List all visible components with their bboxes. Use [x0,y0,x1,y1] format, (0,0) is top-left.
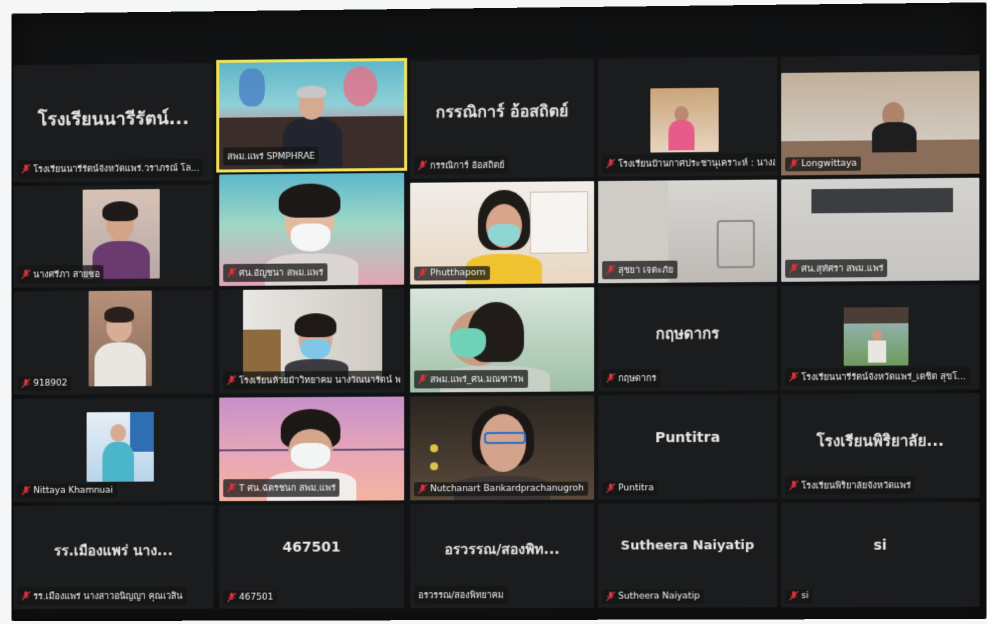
muted-mic-icon [418,374,427,384]
participant-tile[interactable]: โรงเรียนบ้านกาศประชานุเคราะห์ : นางสา... [598,57,777,177]
zoom-gallery-view: โรงเรียนนารีรัตน์... โรงเรียนนารีรัตน์จั… [12,2,987,621]
muted-mic-icon [418,161,427,171]
participant-display-name: Puntitra [604,430,771,447]
participant-tile[interactable]: Phutthaporn [410,181,594,285]
participant-tile[interactable]: Longwittaya [781,55,979,176]
participant-name-label: Nutchanart Bankardprachanugroh [414,482,588,497]
muted-mic-icon [21,270,30,280]
participant-video [844,307,909,366]
participant-name-label: โรงเรียนพิริยาลัยจังหวัดแพร่ [785,476,915,495]
muted-mic-icon [789,372,798,382]
participant-tile-active-speaker[interactable]: สพม.แพร่ SPMPHRAE [219,61,404,170]
participant-name-label: T ศน.ฉัตรชนก สพม.แพร่ [223,479,339,497]
muted-mic-icon [789,481,798,491]
participant-tile[interactable]: Nittaya Khamnuai [14,398,214,502]
participant-name-label: โรงเรียนห้วยม้าวิทยาคม นางวัณนารัตน์ พ..… [223,371,401,390]
participant-display-name: โรงเรียนนารีรัตน์... [20,103,208,134]
participant-name-label: สพม.แพร่_ศน.มณฑารพ [414,370,527,389]
participant-tile[interactable]: โรงเรียนนารีรัตน์... โรงเรียนนารีรัตน์จั… [14,63,214,182]
participant-name-label: อรวรรณ/สองพิทยาคม [414,586,508,604]
participant-name-label: 918902 [18,377,72,391]
participant-video [89,291,152,387]
participant-tile[interactable]: รร.เมืองแพร่ นาง... รร.เมืองแพร่ นางสาวอ… [14,505,214,609]
participant-display-name: 467501 [225,540,398,557]
participant-tile[interactable]: โรงเรียนพิริยาลัย... โรงเรียนพิริยาลัยจั… [781,393,979,499]
muted-mic-icon [21,591,30,601]
muted-mic-icon [606,592,615,602]
participant-tile[interactable]: อรวรรณ/สองพิท... อรวรรณ/สองพิทยาคม [410,504,594,609]
muted-mic-icon [418,269,427,279]
participant-name-label: นางศรีภา สายซอ [18,265,104,284]
participant-tile[interactable]: สพม.แพร่_ศน.มณฑารพ [410,287,594,392]
participant-tile[interactable]: กรรณิการ์ อ้อสถิตย์ กรรณิการ์ อ้อสถิตย์ [410,59,594,179]
participant-tile[interactable]: นางศรีภา สายซอ [14,185,214,288]
muted-mic-icon [606,373,615,383]
muted-mic-icon [606,159,615,169]
participant-name-label: กฤษดากร [602,369,660,387]
muted-mic-icon [606,483,615,493]
participant-tile[interactable]: Sutheera Naiyatip Sutheera Naiyatip [598,503,777,608]
muted-mic-icon [789,591,798,601]
participant-display-name: si [787,538,973,555]
participant-tile[interactable]: 918902 [14,290,214,395]
participant-display-name: โรงเรียนพิริยาลัย... [787,429,973,454]
muted-mic-icon [227,268,236,278]
participant-tile[interactable]: 467501 467501 [219,504,404,608]
participant-name-label: โรงเรียนบ้านกาศประชานุเคราะห์ : นางสา... [602,153,775,173]
participant-video [87,412,154,482]
participant-video [243,289,382,382]
participant-name-label: Puntitra [602,481,658,495]
participant-tile[interactable]: โรงเรียนห้วยม้าวิทยาคม นางวัณนารัตน์ พ..… [219,289,404,394]
participant-name-label: โรงเรียนนารีรัตน์จังหวัดแพร่.วราภรณ์ โล.… [18,159,204,179]
muted-mic-icon [21,486,30,496]
participant-name-label: Sutheera Naiyatip [602,589,704,603]
participant-name-label: โรงเรียนนารีรัตน์จังหวัดแพร่_เดชิต สุขโ.… [785,367,970,386]
participant-tile[interactable]: สุชยา เจตะภัย [598,179,777,283]
participant-video [650,88,718,153]
muted-mic-icon [227,483,236,493]
muted-mic-icon [227,376,236,386]
participant-name-label: 467501 [223,591,277,605]
participant-name-label: สพม.แพร่ SPMPHRAE [223,147,319,166]
participant-tile[interactable]: ศน.อัญชนา สพม.แพร่ [219,173,404,286]
participant-tile[interactable]: Puntitra Puntitra [598,394,777,499]
participant-name-label: Longwittaya [785,157,861,172]
participant-tile[interactable]: กฤษดากร กฤษดากร [598,286,777,391]
participant-tile[interactable]: ศน.สุทัศรา สพม.แพร่ [781,178,979,282]
participant-tile[interactable]: T ศน.ฉัตรชนก สพม.แพร่ [219,397,404,502]
participant-display-name: กฤษดากร [604,321,771,346]
participant-name-label: si [785,589,812,603]
muted-mic-icon [21,164,30,174]
participant-name-label: รร.เมืองแพร่ นางสาวอนิญญา คุณเวสิน [18,587,187,605]
participant-name-label: สุชยา เจตะภัย [602,261,677,280]
participant-tile[interactable]: โรงเรียนนารีรัตน์จังหวัดแพร่_เดชิต สุขโ.… [781,284,979,390]
muted-mic-icon [789,159,798,169]
participant-name-label: Phutthaporn [414,266,489,281]
participant-name-label: กรรณิการ์ อ้อสถิตย์ [414,156,508,175]
muted-mic-icon [418,484,427,494]
muted-mic-icon [21,379,30,389]
muted-mic-icon [606,265,615,275]
participant-tile[interactable]: Nutchanart Bankardprachanugroh [410,395,594,500]
participant-display-name: อรวรรณ/สองพิท... [416,539,588,562]
participant-display-name: กรรณิการ์ อ้อสถิตย์ [416,99,588,126]
muted-mic-icon [789,264,798,274]
participant-display-name: Sutheera Naiyatip [604,538,771,554]
muted-mic-icon [227,593,236,603]
participant-tile[interactable]: si si [781,502,979,607]
participant-display-name: รร.เมืองแพร่ นาง... [20,540,208,563]
participant-name-label: ศน.อัญชนา สพม.แพร่ [223,263,327,282]
participant-name-label: ศน.สุทัศรา สพม.แพร่ [785,259,887,278]
participant-name-label: Nittaya Khamnuai [18,484,118,498]
